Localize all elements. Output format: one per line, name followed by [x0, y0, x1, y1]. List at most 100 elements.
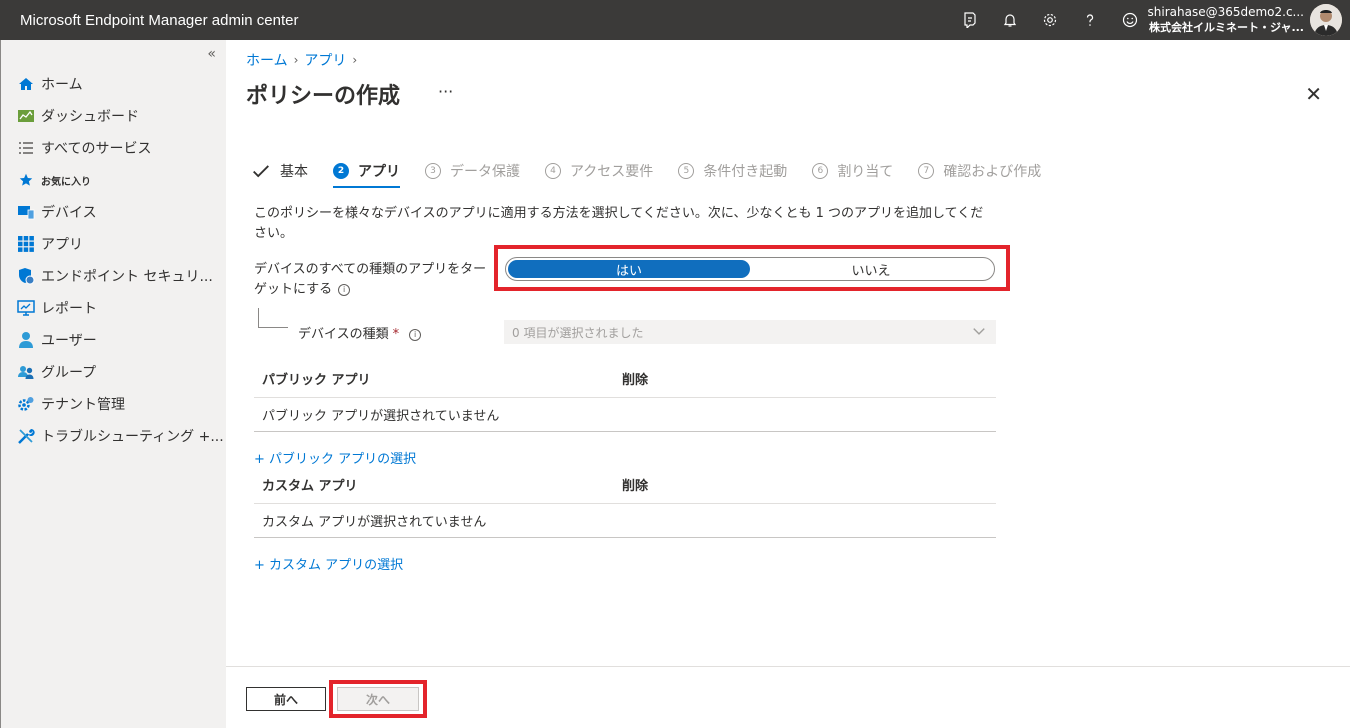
column-header-custom-apps: カスタム アプリ [262, 479, 358, 494]
step-label: 確認および作成 [943, 164, 1042, 180]
column-header-delete: 削除 [622, 479, 649, 494]
sidebar-item-label: レポート [41, 301, 97, 317]
tree-connector [258, 308, 288, 328]
custom-apps-table: カスタム アプリ 削除 カスタム アプリが選択されていません [254, 466, 996, 538]
step-label: アクセス要件 [570, 164, 654, 180]
required-marker: * [392, 327, 400, 342]
bell-icon[interactable] [990, 0, 1030, 40]
top-bar: Microsoft Endpoint Manager admin center … [0, 0, 1350, 40]
table-empty-row: パブリック アプリが選択されていません [254, 398, 996, 432]
help-icon[interactable] [1070, 0, 1110, 40]
public-apps-table: パブリック アプリ 削除 パブリック アプリが選択されていません [254, 360, 996, 432]
table-header: カスタム アプリ 削除 [254, 466, 996, 504]
step-conditional-launch[interactable]: 5 条件付き起動 [678, 158, 787, 184]
sidebar-item-users[interactable]: ユーザー [1, 324, 227, 356]
more-options-button[interactable]: ··· [438, 82, 453, 101]
info-icon[interactable]: i [409, 328, 422, 341]
checkmark-icon [252, 162, 270, 180]
shield-icon [17, 267, 35, 285]
table-empty-row: カスタム アプリが選択されていません [254, 504, 996, 538]
apps-icon [17, 235, 35, 253]
step-assignments[interactable]: 6 割り当て [812, 158, 893, 184]
breadcrumb: ホーム › アプリ › [246, 50, 357, 70]
page-title: ポリシーの作成 [246, 84, 401, 109]
device-type-dropdown[interactable]: 0 項目が選択されました [504, 320, 996, 344]
home-icon [17, 75, 35, 93]
sidebar-item-tenant-admin[interactable]: テナント管理 [1, 388, 227, 420]
step-label: 割り当て [837, 164, 894, 180]
sidebar-item-devices[interactable]: デバイス [1, 196, 227, 228]
sidebar-item-all-services[interactable]: すべてのサービス [1, 132, 227, 164]
sidebar-section-favorites: お気に入り [1, 164, 227, 196]
add-custom-apps-link[interactable]: + カスタム アプリの選択 [254, 554, 403, 573]
sidebar-item-label: ホーム [41, 77, 83, 93]
column-header-delete: 削除 [622, 373, 649, 388]
device-type-text: デバイスの種類 [298, 327, 389, 342]
sidebar-item-home[interactable]: ホーム [1, 68, 227, 100]
step-review-create[interactable]: 7 確認および作成 [918, 158, 1041, 184]
star-icon [17, 171, 35, 189]
sidebar-item-label: すべてのサービス [41, 141, 152, 157]
info-icon[interactable]: i [338, 283, 351, 296]
sidebar-item-label: エンドポイント セキュリ... [41, 269, 213, 285]
sidebar-item-reports[interactable]: レポート [1, 292, 227, 324]
target-all-apps-toggle[interactable]: はい いいえ [505, 257, 995, 281]
sidebar-item-label: グループ [41, 365, 97, 381]
breadcrumb-home[interactable]: ホーム [246, 50, 288, 70]
step-number: 2 [333, 163, 349, 179]
sidebar-item-apps[interactable]: アプリ [1, 228, 227, 260]
sidebar: « ホーム ダッシュボード すべてのサービス お気に入り デバイス アプリ エン… [0, 40, 226, 728]
step-label: データ保護 [450, 164, 520, 180]
chevron-right-icon: › [293, 53, 299, 67]
toggle-no-option[interactable]: いいえ [750, 260, 992, 279]
step-data-protection[interactable]: 3 データ保護 [425, 158, 520, 184]
step-number: 6 [812, 163, 829, 179]
dashboard-icon [17, 107, 35, 125]
add-public-apps-link[interactable]: + パブリック アプリの選択 [254, 448, 416, 467]
step-access-requirements[interactable]: 4 アクセス要件 [545, 158, 653, 184]
step-label: アプリ [358, 164, 400, 180]
list-icon [17, 139, 35, 157]
account-info[interactable]: shirahase@365demo2.c... 株式会社イルミネート・ジャ... [1148, 4, 1305, 36]
breadcrumb-apps[interactable]: アプリ [304, 50, 346, 70]
account-email: shirahase@365demo2.c... [1147, 5, 1305, 19]
sidebar-item-label: お気に入り [41, 176, 91, 188]
step-number: 5 [678, 163, 695, 179]
device-type-label: デバイスの種類 * i [298, 323, 422, 342]
toggle-yes-option[interactable]: はい [508, 260, 750, 279]
sidebar-item-endpoint-security[interactable]: エンドポイント セキュリ... [1, 260, 227, 292]
step-label: 条件付き起動 [703, 164, 788, 180]
avatar[interactable] [1310, 4, 1342, 36]
sidebar-item-dashboard[interactable]: ダッシュボード [1, 100, 227, 132]
user-icon [17, 331, 35, 349]
gear-icon[interactable] [1030, 0, 1070, 40]
target-all-apps-text: デバイスのすべての種類のアプリをターゲットにする [254, 262, 487, 297]
chevron-right-icon: › [352, 53, 358, 67]
collapse-sidebar-button[interactable]: « [207, 46, 216, 62]
step-basics[interactable]: 基本 [252, 158, 308, 184]
group-icon [17, 363, 35, 381]
app-title[interactable]: Microsoft Endpoint Manager admin center [20, 12, 298, 29]
wrench-icon [17, 427, 35, 445]
smiley-icon[interactable] [1110, 0, 1150, 40]
wizard-steps: 基本 2 アプリ 3 データ保護 4 アクセス要件 5 条件付き起動 6 割り当… [252, 158, 1066, 188]
next-button[interactable]: 次へ [337, 687, 419, 711]
device-icon [17, 203, 35, 221]
table-header: パブリック アプリ 削除 [254, 360, 996, 398]
close-button[interactable]: ✕ [1305, 82, 1322, 106]
sidebar-item-label: テナント管理 [41, 397, 125, 413]
report-icon [17, 299, 35, 317]
step-apps[interactable]: 2 アプリ [333, 158, 400, 188]
step-number: 4 [545, 163, 561, 179]
description-text: このポリシーを様々なデバイスのアプリに適用する方法を選択してください。次に、少な… [254, 206, 984, 241]
previous-button[interactable]: 前へ [246, 687, 326, 711]
sidebar-item-label: トラブルシューティング +... [41, 429, 224, 445]
target-all-apps-label: デバイスのすべての種類のアプリをターゲットにする i [254, 260, 494, 300]
step-number: 3 [425, 163, 441, 179]
step-label: 基本 [280, 164, 308, 180]
sidebar-item-groups[interactable]: グループ [1, 356, 227, 388]
account-org: 株式会社イルミネート・ジャ... [1149, 21, 1304, 34]
sidebar-item-troubleshooting[interactable]: トラブルシューティング +... [1, 420, 227, 452]
feedback-icon[interactable] [950, 0, 990, 40]
tenant-icon [17, 395, 35, 413]
